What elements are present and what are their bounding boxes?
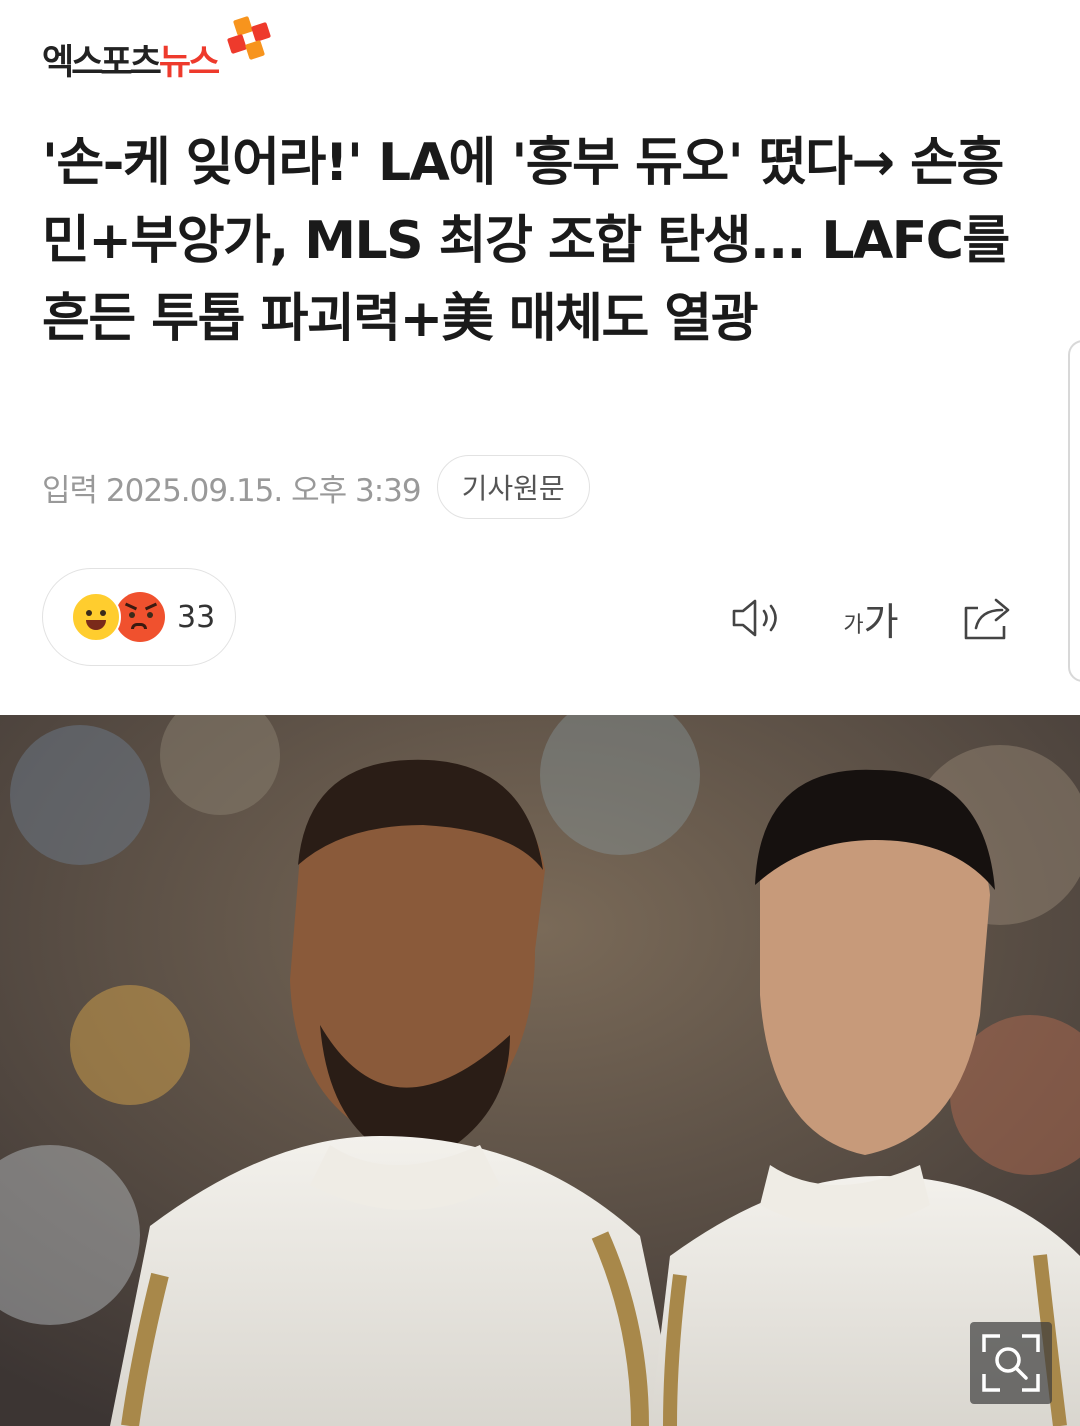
brand-squares-icon bbox=[223, 15, 273, 68]
logo-text-dark: 엑스포츠 bbox=[42, 43, 162, 83]
reaction-button[interactable]: 33 bbox=[42, 568, 236, 666]
article-meta: 입력 2025.09.15. 오후 3:39 기사원문 bbox=[42, 455, 590, 519]
site-logo[interactable]: 엑스포츠뉴스 bbox=[42, 15, 273, 86]
text-to-speech-button[interactable] bbox=[726, 590, 788, 646]
font-size-small-label: 가 bbox=[843, 613, 864, 638]
side-scroll-tab[interactable] bbox=[1068, 340, 1080, 682]
article-photo[interactable] bbox=[0, 715, 1080, 1426]
happy-face-icon bbox=[71, 592, 121, 642]
share-icon bbox=[964, 598, 1010, 640]
font-size-large-label: 가 bbox=[863, 599, 899, 644]
font-size-button[interactable]: 가 가 bbox=[838, 590, 904, 646]
photo-zoom-button[interactable] bbox=[970, 1322, 1052, 1404]
photo-illustration bbox=[0, 715, 1080, 1426]
reaction-count: 33 bbox=[177, 599, 216, 635]
logo-text-accent: 뉴스 bbox=[158, 43, 220, 83]
zoom-search-icon bbox=[982, 1334, 1040, 1392]
article-page: 엑스포츠뉴스 '손-케 잊어라!' LA에 '흥부 듀오' 떴다→ 손흥민+부앙… bbox=[0, 0, 1080, 1426]
original-article-button[interactable]: 기사원문 bbox=[436, 455, 590, 519]
publish-date: 입력 2025.09.15. 오후 3:39 bbox=[42, 472, 422, 509]
share-button[interactable] bbox=[956, 590, 1018, 646]
speaker-icon bbox=[732, 599, 777, 637]
article-title: '손-케 잊어라!' LA에 '흥부 듀오' 떴다→ 손흥민+부앙가, MLS … bbox=[42, 133, 1010, 349]
angry-face-icon bbox=[115, 592, 165, 642]
